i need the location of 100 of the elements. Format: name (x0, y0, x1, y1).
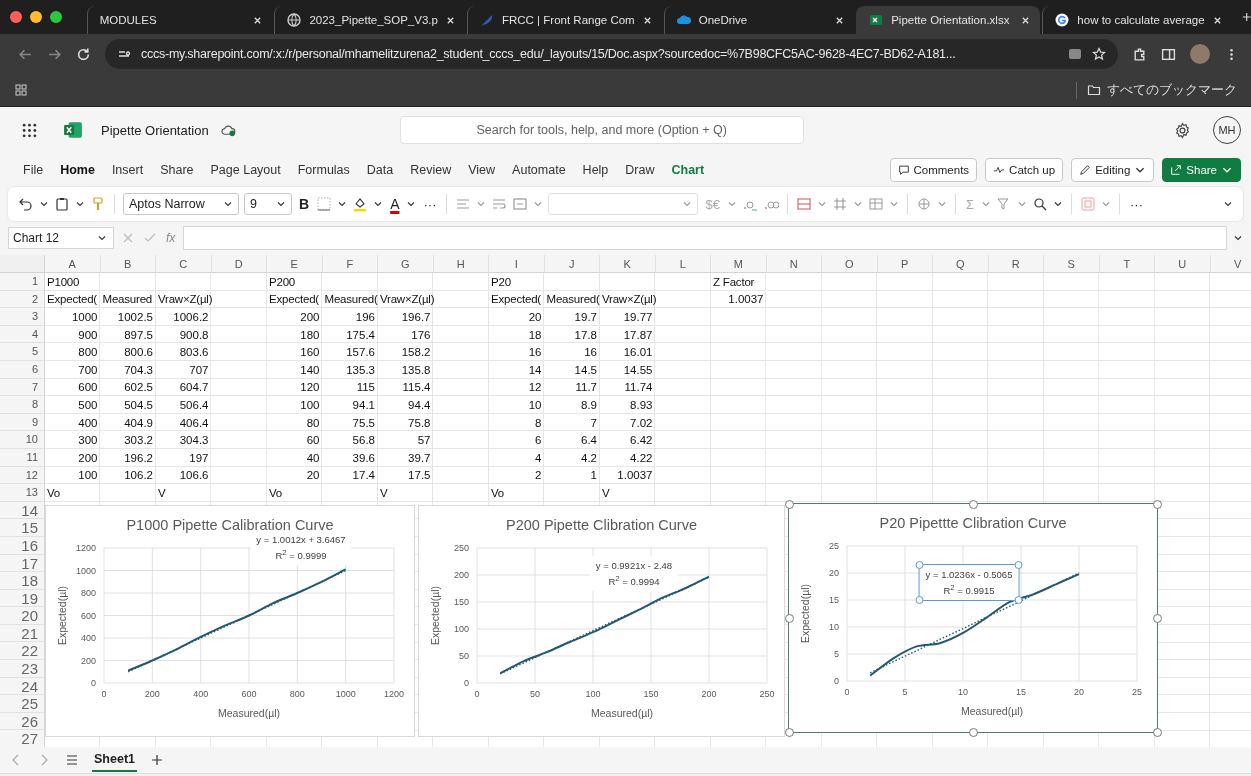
conditional-format-icon[interactable] (795, 196, 812, 212)
column-header[interactable]: D (211, 255, 267, 273)
close-window-button[interactable] (10, 11, 22, 23)
column-header[interactable]: U (1155, 255, 1211, 273)
profile-avatar[interactable] (1190, 44, 1210, 64)
address-bar[interactable]: cccs-my.sharepoint.com/:x:/r/personal/mhamelitzurena2_student_cccs_edu/_layouts/15/Doc.aspx?sourcedoc=%7B98CFC5AC-9628-4EC7-BD62-A181... (105, 39, 1118, 69)
name-box[interactable]: Chart 12 (8, 227, 114, 249)
caret-icon[interactable] (39, 199, 49, 209)
row-header[interactable]: 8 (0, 396, 45, 414)
more-options-button[interactable]: ··· (421, 196, 439, 212)
ribbon-tab[interactable]: Review (410, 160, 452, 180)
extensions-icon[interactable] (1132, 46, 1147, 62)
resize-handle[interactable] (1152, 499, 1162, 509)
caret-icon[interactable] (373, 199, 384, 209)
column-header[interactable]: R (988, 255, 1044, 273)
close-tab-icon[interactable] (445, 15, 455, 25)
table-grid-icon[interactable] (831, 196, 848, 212)
ribbon-tab[interactable]: Automate (512, 160, 566, 180)
undo-icon[interactable] (18, 196, 34, 212)
column-header[interactable]: G (378, 255, 434, 273)
worksheet-grid[interactable] (0, 255, 1251, 747)
column-header[interactable]: T (1099, 255, 1155, 273)
settings-icon[interactable] (1174, 121, 1191, 139)
label-handle[interactable] (1014, 596, 1023, 605)
ribbon-tab[interactable]: Share (160, 160, 194, 180)
column-header[interactable]: S (1044, 255, 1100, 273)
expand-ribbon-icon[interactable] (1223, 199, 1233, 209)
ribbon-tab[interactable]: Data (366, 160, 394, 180)
catch-up-button[interactable]: Catch up (985, 158, 1064, 182)
caret-icon[interactable] (75, 199, 85, 209)
label-handle[interactable] (915, 561, 924, 569)
ribbon-tab[interactable]: Formulas (297, 160, 350, 180)
column-header[interactable]: O (822, 255, 878, 273)
document-title[interactable]: Pipette Orientation (101, 122, 209, 138)
row-header[interactable]: 1 (0, 273, 45, 291)
ribbon-tab[interactable]: Chart (671, 160, 705, 180)
caret-icon[interactable] (406, 199, 417, 209)
clipboard-icon[interactable] (54, 196, 70, 212)
row-header[interactable]: 3 (0, 308, 45, 326)
formula-input[interactable] (183, 226, 1227, 250)
column-header[interactable]: B (100, 255, 156, 273)
resize-handle[interactable] (784, 727, 794, 737)
close-tab-icon[interactable] (1021, 15, 1031, 25)
trendline-label[interactable]: y = 0.9921x - 2.48 R$^{2}$ = 0.9994 (589, 556, 679, 592)
more-commands-button[interactable]: ··· (1128, 196, 1145, 212)
ribbon-tab[interactable]: Home (60, 160, 95, 180)
excel-logo-icon[interactable] (63, 121, 83, 139)
column-header[interactable]: L (655, 255, 711, 273)
search-field[interactable]: Search for tools, help, and more (Option + Q) (399, 116, 804, 144)
column-header[interactable]: C (156, 255, 212, 273)
column-header[interactable]: H (433, 255, 489, 273)
ribbon-tab[interactable]: File (23, 160, 44, 180)
row-header[interactable]: 20 (0, 607, 45, 625)
side-panel-icon[interactable] (1161, 46, 1176, 62)
resize-handle[interactable] (784, 499, 794, 509)
maximize-window-button[interactable] (50, 11, 62, 23)
font-color-button[interactable]: A (388, 196, 402, 212)
font-size-dropdown[interactable]: 9 (244, 193, 292, 215)
resize-handle[interactable] (1152, 613, 1162, 623)
close-tab-icon[interactable] (1212, 15, 1222, 25)
row-header[interactable]: 10 (0, 431, 45, 449)
row-header[interactable]: 22 (0, 642, 45, 661)
ribbon-tab[interactable]: Help (582, 160, 609, 180)
expand-formula-icon[interactable] (1233, 233, 1243, 243)
row-header[interactable]: 15 (0, 519, 45, 537)
format-painter-icon[interactable] (90, 196, 106, 212)
resize-handle[interactable] (1152, 727, 1162, 737)
column-header[interactable]: F (322, 255, 378, 273)
row-header[interactable]: 23 (0, 660, 45, 678)
all-bookmarks-link[interactable]: すべてのブックマーク (1107, 81, 1237, 99)
column-header[interactable]: P (877, 255, 933, 273)
share-button[interactable]: Share (1162, 158, 1241, 182)
sort-filter-icon[interactable] (996, 196, 1012, 212)
chart-panel[interactable]: P200 Pipette Clibration Curve y = 0.9921x - 2.48 R$^{2}$ = 0.9994 0 50 100 150 200 250 0 50 100 150 200 250 Measured(µl) Expected(µl) (418, 505, 785, 737)
reload-icon[interactable] (76, 46, 91, 62)
close-tab-icon[interactable] (642, 15, 652, 25)
search-icon[interactable] (1032, 196, 1048, 212)
ribbon-tab[interactable]: View (468, 160, 496, 180)
caret-icon[interactable] (1053, 199, 1063, 209)
cell-styles-icon[interactable] (867, 196, 884, 212)
close-tab-icon[interactable] (253, 15, 263, 25)
minimize-window-button[interactable] (30, 11, 42, 23)
menu-icon[interactable] (64, 752, 80, 768)
label-handle[interactable] (915, 596, 924, 605)
trendline-label[interactable]: y = 1.0236x - 0.5065 R$^{2}$ = 0.9915 (918, 564, 1020, 602)
insert-cells-icon[interactable] (915, 196, 932, 212)
row-header[interactable]: 25 (0, 695, 45, 713)
browser-tab[interactable]: Pipette Orientation.xlsx (856, 6, 1041, 34)
add-sheet-icon[interactable] (149, 752, 165, 768)
column-header[interactable]: I (489, 255, 545, 273)
close-tab-icon[interactable] (835, 15, 845, 25)
column-header[interactable]: M (711, 255, 767, 273)
ribbon-tab[interactable]: Page Layout (210, 160, 281, 180)
row-header[interactable]: 13 (0, 484, 45, 502)
resize-handle[interactable] (784, 613, 794, 623)
app-launcher-icon[interactable] (22, 122, 37, 138)
column-header[interactable]: V (1210, 255, 1251, 273)
column-header[interactable]: K (600, 255, 656, 273)
font-name-dropdown[interactable]: Aptos Narrow (123, 193, 239, 215)
column-header[interactable]: Q (933, 255, 989, 273)
